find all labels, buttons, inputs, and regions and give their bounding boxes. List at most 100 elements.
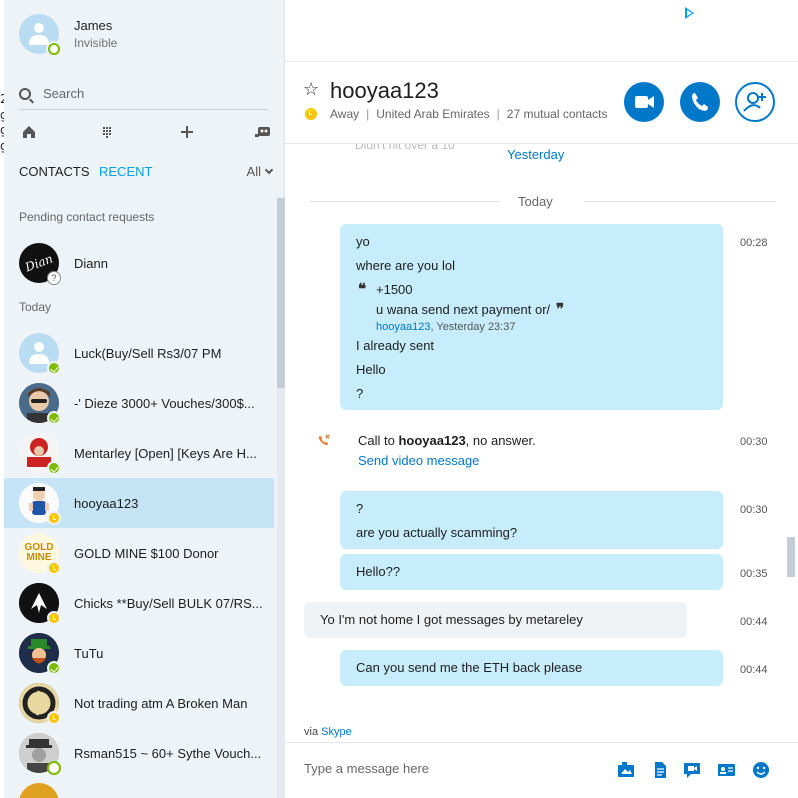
phone-icon <box>692 93 708 111</box>
sidebar-scrollbar[interactable] <box>277 198 285 798</box>
message-line: are you actually scamming? <box>356 525 518 540</box>
quote-open-icon: ❝ <box>358 280 367 298</box>
search-input[interactable] <box>43 86 243 101</box>
profile-avatar[interactable] <box>19 14 60 55</box>
sidebar-scroll-thumb[interactable] <box>277 198 285 388</box>
sidebar-nav <box>19 122 274 142</box>
contact-tabs: CONTACTS RECENT All <box>19 164 274 182</box>
message-history[interactable]: Didn't hit over a 10 Yesterday Today yo … <box>285 144 798 722</box>
message-text: Hello?? <box>356 564 401 579</box>
audio-call-button[interactable] <box>680 82 720 122</box>
avatar <box>19 583 61 625</box>
message-timestamp: 00:28 <box>740 237 768 249</box>
list-item[interactable]: Not trading atm A Broken Man <box>4 678 274 728</box>
list-item[interactable]: Chicks **Buy/Sell BULK 07/RS... <box>4 578 274 628</box>
video-icon <box>635 96 654 108</box>
list-item[interactable] <box>4 778 274 798</box>
contact-name: Diann <box>74 255 108 271</box>
invisible-status-icon <box>48 43 60 55</box>
contact-name: GOLD MINE $100 Donor <box>74 545 219 561</box>
contact-name: Luck(Buy/Sell Rs3/07 PM <box>74 345 222 361</box>
conversation-title[interactable]: hooyaa123 <box>330 78 439 104</box>
profile-status[interactable]: Invisible <box>74 36 117 50</box>
tab-recent[interactable]: RECENT <box>99 164 152 179</box>
bot-icon[interactable] <box>253 122 273 142</box>
avatar <box>19 733 61 775</box>
message-line: ? <box>356 386 364 401</box>
online-status-icon <box>47 361 61 375</box>
outgoing-message[interactable]: Can you send me the ETH back please <box>340 650 723 686</box>
filter-label: All <box>246 164 261 179</box>
contact-list[interactable]: Pending contact requests Dian ? Diann To… <box>4 198 274 798</box>
presence-text: Away <box>330 107 360 121</box>
separator: | <box>366 107 370 121</box>
avatar <box>19 633 61 675</box>
yesterday-link[interactable]: Yesterday <box>507 147 564 162</box>
via-link[interactable]: Skype <box>321 726 352 738</box>
profile-card[interactable]: James Invisible <box>19 14 117 55</box>
ad-banner <box>285 0 798 62</box>
list-item[interactable]: Rsman515 ~ 60+ Sythe Vouch... <box>4 728 274 778</box>
via-text: via <box>304 726 322 738</box>
emoticon-icon[interactable] <box>752 761 770 779</box>
message-line: Hello <box>356 362 386 377</box>
profile-name: James <box>74 18 113 33</box>
avatar: Dian ? <box>19 243 61 285</box>
list-item[interactable]: -' Dieze 3000+ Vouches/300$... <box>4 378 274 428</box>
outgoing-message[interactable]: ? are you actually scamming? <box>340 491 723 549</box>
video-call-button[interactable] <box>624 82 664 122</box>
online-status-icon <box>47 461 61 475</box>
avatar <box>19 683 61 725</box>
quote-author[interactable]: hooyaa123 <box>376 321 430 333</box>
contact-name: Mentarley [Open] [Keys Are H... <box>74 445 257 461</box>
date-divider: Today <box>518 194 553 209</box>
video-message-icon[interactable] <box>683 761 701 779</box>
contact-name: Chicks **Buy/Sell BULK 07/RS... <box>74 595 263 611</box>
message-timestamp: 00:44 <box>740 664 768 676</box>
list-item[interactable]: Mentarley [Open] [Keys Are H... <box>4 428 274 478</box>
plus-icon[interactable] <box>177 122 197 142</box>
message-text: Can you send me the ETH back please <box>356 660 583 675</box>
contact-name: Not trading atm A Broken Man <box>74 695 248 711</box>
list-item[interactable]: TuTu <box>4 628 274 678</box>
list-item[interactable]: Dian ? Diann <box>4 238 274 288</box>
message-timestamp: 00:35 <box>740 568 768 580</box>
call-suffix: , no answer. <box>465 433 536 448</box>
home-icon[interactable] <box>19 122 39 142</box>
filter-dropdown[interactable]: All <box>246 164 274 179</box>
conversation-meta: Away | United Arab Emirates | 27 mutual … <box>305 107 608 121</box>
contact-card-icon[interactable] <box>717 761 735 779</box>
list-item-selected[interactable]: hooyaa123 <box>4 478 274 528</box>
add-participant-button[interactable] <box>735 82 775 122</box>
list-item[interactable]: GOLD MINE GOLD MINE $100 Donor <box>4 528 274 578</box>
send-video-message-link[interactable]: Send video message <box>358 453 479 468</box>
away-status-icon <box>47 711 61 725</box>
avatar <box>19 783 59 798</box>
search-bar[interactable] <box>19 78 268 110</box>
away-status-icon <box>47 611 61 625</box>
via-label: via Skype <box>304 726 352 738</box>
online-status-icon <box>47 661 61 675</box>
tab-contacts[interactable]: CONTACTS <box>19 164 90 179</box>
call-contact: hooyaa123 <box>398 433 466 448</box>
star-icon[interactable]: ☆ <box>303 79 319 99</box>
list-item[interactable]: Luck(Buy/Sell Rs3/07 PM <box>4 328 274 378</box>
media-icon[interactable] <box>617 761 635 779</box>
incoming-message[interactable]: Yo I'm not home I got messages by metare… <box>304 602 687 638</box>
online-status-icon <box>47 761 61 775</box>
message-line: yo <box>356 234 370 249</box>
avatar <box>19 433 61 475</box>
mutual-contacts[interactable]: 27 mutual contacts <box>507 107 608 121</box>
message-input[interactable] <box>304 761 604 776</box>
away-status-icon <box>47 511 61 525</box>
previous-message-fragment: Didn't hit over a 10 <box>355 144 455 152</box>
outgoing-message[interactable]: Hello?? <box>340 554 723 590</box>
outgoing-message[interactable]: yo where are you lol ❝ +1500 u wana send… <box>340 224 723 410</box>
ad-choices-icon[interactable] <box>685 7 694 19</box>
avatar <box>19 483 61 525</box>
chat-scroll-thumb[interactable] <box>787 537 795 577</box>
dialpad-icon[interactable] <box>97 122 117 142</box>
message-line: where are you lol <box>356 258 455 273</box>
file-icon[interactable] <box>651 761 669 779</box>
location-text: United Arab Emirates <box>376 107 490 121</box>
